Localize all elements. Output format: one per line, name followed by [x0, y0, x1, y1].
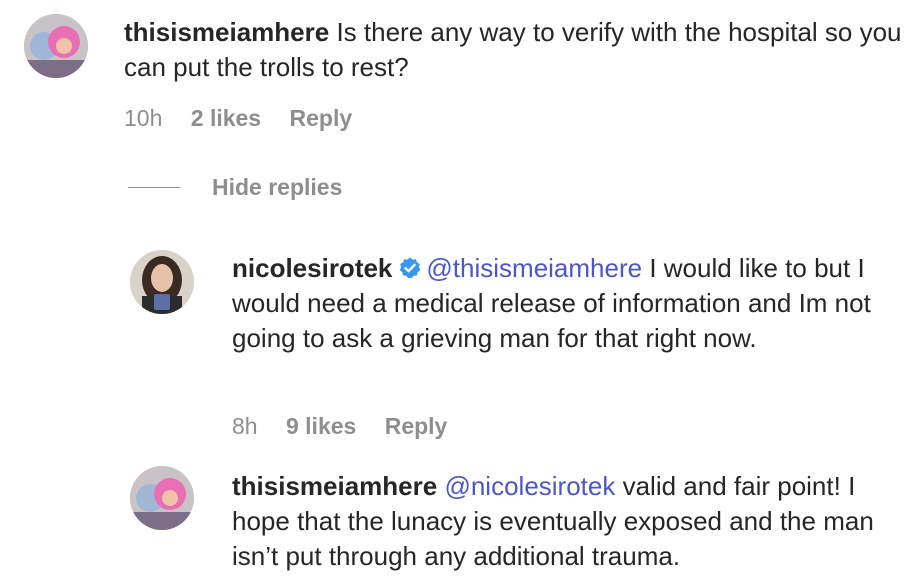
- mention-link[interactable]: @thisismeiamhere: [426, 253, 642, 283]
- reply-username[interactable]: thisismeiamhere: [232, 471, 437, 501]
- comment-likes[interactable]: 2 likes: [191, 105, 261, 131]
- reply-button[interactable]: Reply: [290, 105, 353, 131]
- dark-hair-avatar-icon: [130, 250, 194, 314]
- hide-replies-button[interactable]: Hide replies: [212, 174, 342, 201]
- mention-link[interactable]: @nicolesirotek: [444, 471, 615, 501]
- reply-meta: 8h 9 likes Reply: [232, 413, 469, 440]
- reply-time: 8h: [232, 413, 258, 439]
- reply-text: nicolesirotek @thisismeiamhere I would l…: [232, 251, 904, 356]
- reply-text: thisismeiamhere @nicolesirotek valid and…: [232, 469, 904, 574]
- comment-username[interactable]: thisismeiamhere: [124, 17, 329, 47]
- pink-hair-avatar-icon: [24, 14, 88, 78]
- comment-text: thisismeiamhere Is there any way to veri…: [124, 15, 904, 85]
- avatar[interactable]: [130, 250, 194, 314]
- reply-username[interactable]: nicolesirotek: [232, 253, 392, 283]
- reply-likes[interactable]: 9 likes: [286, 413, 356, 439]
- comment-time: 10h: [124, 105, 163, 131]
- verified-badge-icon: [400, 257, 421, 279]
- avatar[interactable]: [130, 466, 194, 530]
- replies-divider-line: [128, 187, 180, 188]
- avatar[interactable]: [24, 14, 88, 78]
- comment-meta: 10h 2 likes Reply: [124, 105, 374, 132]
- reply-button[interactable]: Reply: [385, 413, 448, 439]
- pink-hair-avatar-icon: [130, 466, 194, 530]
